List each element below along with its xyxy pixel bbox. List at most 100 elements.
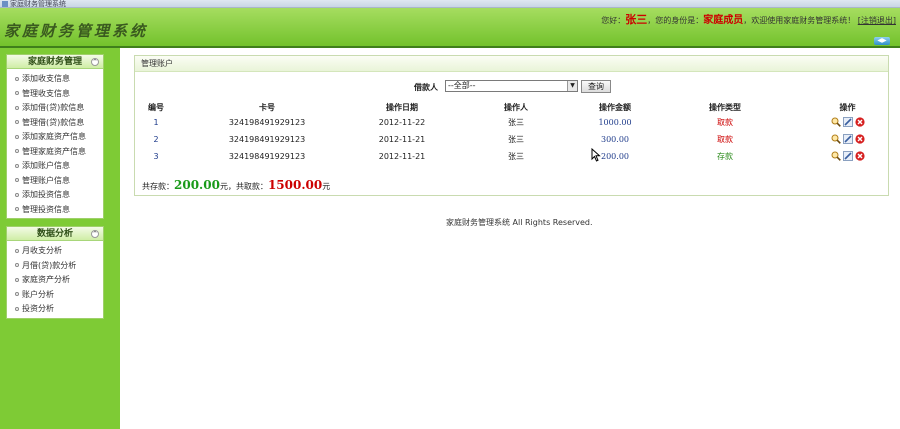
cell-type: 取款 [717,118,733,127]
delete-icon[interactable] [854,133,865,144]
delete-icon[interactable] [854,116,865,127]
column-header: 操作日期 [386,103,418,112]
cell-date: 2012-11-21 [378,135,426,144]
cell-actions [805,131,890,148]
logout-link[interactable]: [注销退出] [858,16,896,25]
sidebar-item-manage-income[interactable]: 管理收支信息 [7,87,103,102]
sidebar-item-manage-investment[interactable]: 管理投资信息 [7,203,103,218]
sidebar-item-label: 管理收支信息 [22,88,70,98]
sidebar-item-manage-assets[interactable]: 管理家庭资产信息 [7,145,103,160]
column-header: 操作 [839,103,856,112]
welcome-text: ，欢迎使用家庭财务管理系统！ [743,16,856,25]
bullet-icon [15,248,19,253]
sidebar-item-label: 家庭资产分析 [22,275,70,284]
edit-icon[interactable] [842,116,853,127]
table-row: 1 324198491929123 2012-11-22 张三 1000.00 取款 [135,114,890,131]
sidebar-menu: 月收支分析 月借(贷)款分析 家庭资产分析 账户分析 投资分析 [7,241,103,318]
sidebar-item-add-investment[interactable]: 添加投资信息 [7,188,103,203]
cell-id: 1 [153,118,159,127]
row-actions [831,116,865,127]
sidebar-item-monthly-income-analysis[interactable]: 月收支分析 [7,244,103,259]
bullet-icon [15,163,19,168]
total-take-prefix: 共取款： [235,182,268,191]
cell-amount: 1000.00 [598,118,632,127]
sidebar: 家庭财务管理 ^ 添加收支信息 管理收支信息 添加借(贷)款信息 管理借(贷)款… [0,48,120,429]
sidebar-panel-title: 数据分析 [36,229,73,239]
column-header: 卡号 [259,103,275,112]
sidebar-item-label: 管理家庭资产信息 [22,146,86,156]
sidebar-panel-finance: 家庭财务管理 ^ 添加收支信息 管理收支信息 添加借(贷)款信息 管理借(贷)款… [6,54,104,219]
toggle-layout-icon[interactable]: ◀▶ [874,37,890,45]
total-save-prefix: 共存款： [142,182,174,191]
panel-title: 管理账户 [135,56,888,72]
table-row: 3 324198491929123 2012-11-21 张三 200.00 存款 [135,148,890,165]
sidebar-item-add-income[interactable]: 添加收支信息 [7,72,103,87]
greeting-prefix: 您好： [601,16,626,25]
footer-copyright: 家庭财务管理系统 All Rights Reserved. [446,218,593,227]
table-row: 2 324198491929123 2012-11-21 张三 300.00 取款 [135,131,890,148]
main-panel: 管理账户 借款人 --全部-- ▼ 查询 编号 卡号 操作日期 操作人 操作金额… [134,55,889,196]
sidebar-panel-header[interactable]: 数据分析 ^ [7,227,103,241]
view-icon[interactable] [831,151,841,161]
column-header: 编号 [148,103,164,112]
sidebar-item-label: 管理借(贷)款信息 [22,117,85,127]
sidebar-item-add-assets[interactable]: 添加家庭资产信息 [7,130,103,145]
cell-id: 2 [153,135,159,144]
table-header-row: 编号 卡号 操作日期 操作人 操作金额 操作类型 操作 [135,101,890,114]
bullet-icon [15,149,19,153]
sidebar-panel-header[interactable]: 家庭财务管理 ^ [7,55,103,69]
borrower-select[interactable]: --全部-- ▼ [445,80,578,92]
user-name: 张三 [625,13,648,26]
search-button[interactable]: 查询 [581,80,611,93]
app-logo: 家庭财务管理系统 [4,22,149,40]
sidebar-item-add-account[interactable]: 添加账户信息 [7,159,103,174]
sidebar-item-label: 账户分析 [22,289,54,299]
sidebar-item-label: 月借(贷)款分析 [22,260,77,270]
sidebar-item-label: 添加借(贷)款信息 [22,103,85,112]
sidebar-item-label: 添加账户信息 [22,161,70,170]
cell-operator: 张三 [508,135,524,144]
bullet-icon [15,134,19,139]
cell-type: 存款 [717,152,733,161]
sidebar-item-manage-account[interactable]: 管理账户信息 [7,174,103,189]
bullet-icon [15,306,19,311]
bullet-icon [15,192,19,197]
borrower-select-value: --全部-- [448,81,476,90]
edit-icon[interactable] [842,150,853,161]
sidebar-item-monthly-loan-analysis[interactable]: 月借(贷)款分析 [7,259,103,274]
cell-actions [805,148,890,165]
sidebar-item-add-loan[interactable]: 添加借(贷)款信息 [7,101,103,116]
sidebar-item-account-analysis[interactable]: 账户分析 [7,288,103,303]
view-icon[interactable] [831,134,841,144]
edit-icon[interactable] [842,133,853,144]
user-role: 家庭成员 [703,15,744,26]
bullet-icon [15,178,19,182]
sidebar-item-label: 月收支分析 [22,246,62,255]
cell-card-number: 324198491929123 [228,135,306,144]
account-table: 编号 卡号 操作日期 操作人 操作金额 操作类型 操作 1 32419849192… [135,101,890,165]
collapse-icon[interactable]: ^ [91,58,99,66]
column-header: 操作类型 [709,103,741,112]
sidebar-item-label: 投资分析 [22,304,54,313]
sidebar-panel-title: 家庭财务管理 [27,57,82,67]
sidebar-item-manage-loan[interactable]: 管理借(贷)款信息 [7,116,103,131]
bullet-icon [15,76,19,81]
total-take-amount: 1500.00 [267,178,323,192]
sidebar-item-investment-analysis[interactable]: 投资分析 [7,302,103,317]
chevron-down-icon[interactable]: ▼ [567,81,577,91]
column-header: 操作人 [504,103,528,112]
view-icon[interactable] [831,117,841,127]
borrower-label: 借款人 [414,83,438,92]
bullet-icon [15,292,19,296]
browser-tab-icon [2,1,8,7]
sidebar-item-assets-analysis[interactable]: 家庭资产分析 [7,273,103,288]
header-divider [0,46,900,48]
total-save-unit: 元， [219,182,236,191]
cell-date: 2012-11-21 [378,152,426,161]
sidebar-item-label: 添加家庭资产信息 [22,132,86,141]
row-actions [831,150,865,161]
cell-operator: 张三 [508,152,524,161]
app-header: 家庭财务管理系统 您好：张三，您的身份是：家庭成员，欢迎使用家庭财务管理系统！ … [0,8,900,46]
delete-icon[interactable] [854,150,865,161]
collapse-icon[interactable]: ^ [91,230,99,238]
